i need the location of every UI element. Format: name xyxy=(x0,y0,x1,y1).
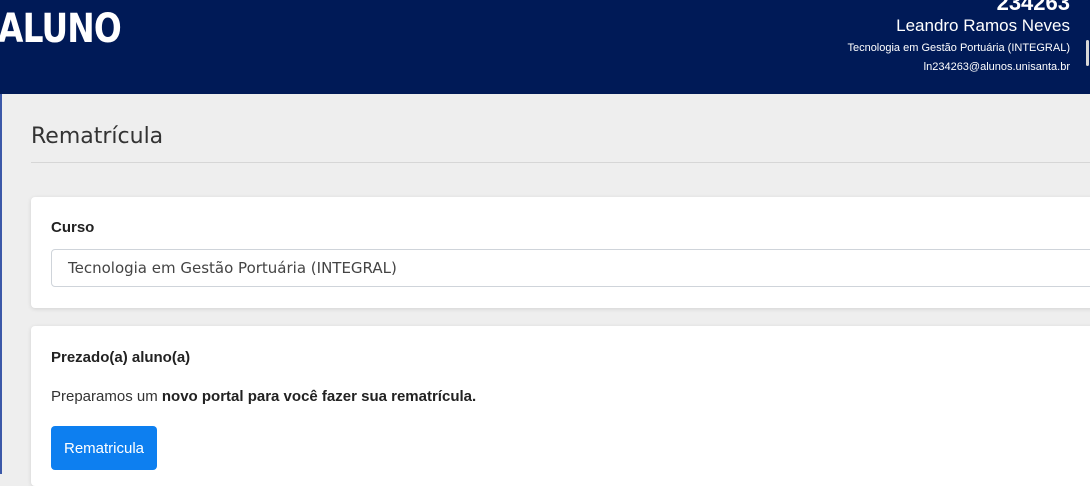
notice-message: Preparamos um novo portal para você faze… xyxy=(51,388,476,405)
user-id: 234263 xyxy=(996,0,1070,15)
notice-message-bold: novo portal para você fazer sua rematríc… xyxy=(161,388,477,405)
user-email: ln234263@alunos.unisanta.br xyxy=(923,61,1070,73)
title-divider xyxy=(31,162,1090,163)
notice-message-prefix: Preparamos um xyxy=(51,388,162,405)
user-course: Tecnologia em Gestão Portuária (INTEGRAL… xyxy=(847,42,1070,54)
course-card: Curso Tecnologia em Gestão Portuária (IN… xyxy=(31,197,1090,308)
top-header: ALUNO 234263 Leandro Ramos Neves Tecnolo… xyxy=(0,0,1090,94)
page-title: Rematrícula xyxy=(31,124,164,149)
notice-card: Prezado(a) aluno(a) Preparamos um novo p… xyxy=(31,326,1090,486)
greeting-text: Prezado(a) aluno(a) xyxy=(51,349,191,366)
rematricula-button[interactable]: Rematricula xyxy=(51,426,157,470)
sidebar-edge xyxy=(0,94,2,474)
user-name: Leandro Ramos Neves xyxy=(896,16,1070,35)
course-select[interactable]: Tecnologia em Gestão Portuária (INTEGRAL… xyxy=(51,249,1090,287)
scrollbar[interactable] xyxy=(1086,40,1089,66)
user-info: 234263 Leandro Ramos Neves Tecnologia em… xyxy=(847,0,1070,74)
course-label: Curso xyxy=(51,219,95,236)
brand-logo: ALUNO xyxy=(0,6,122,52)
